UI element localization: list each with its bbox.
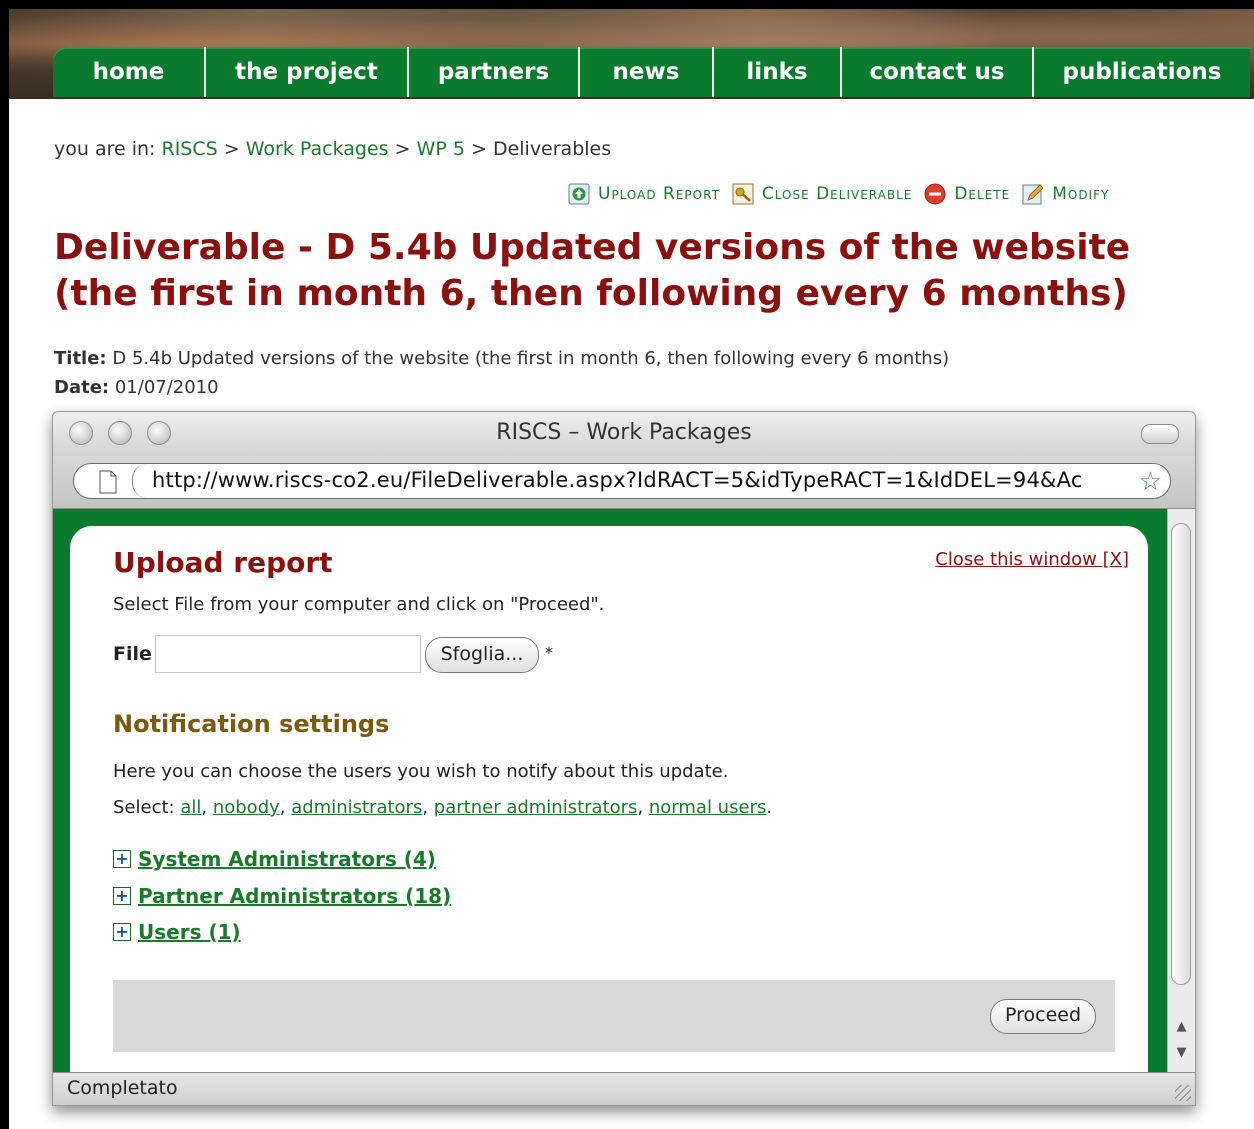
address-bar-row: http://www.riscs-co2.eu/FileDeliverable.… bbox=[53, 456, 1195, 509]
status-text: Completato bbox=[67, 1077, 178, 1099]
status-bar: Completato bbox=[53, 1072, 1195, 1105]
file-label: File bbox=[113, 643, 152, 665]
upload-icon bbox=[568, 183, 590, 205]
delete-label: Delete bbox=[954, 184, 1011, 204]
breadcrumb-wp5[interactable]: WP 5 bbox=[417, 138, 465, 160]
upload-report-label: Upload Report bbox=[598, 184, 720, 204]
breadcrumb-separator: > bbox=[223, 138, 240, 160]
notification-text: Here you can choose the users you wish t… bbox=[113, 761, 729, 782]
url-text: http://www.riscs-co2.eu/FileDeliverable.… bbox=[152, 468, 1083, 492]
delete-action[interactable]: Delete bbox=[924, 183, 1010, 205]
select-all-link[interactable]: all bbox=[180, 797, 201, 818]
notification-settings-title: Notification settings bbox=[113, 710, 390, 738]
close-deliverable-label: Close Deliverable bbox=[761, 184, 913, 204]
group-partner-administrators[interactable]: + Partner Administrators (18) bbox=[113, 884, 451, 908]
select-label: Select: bbox=[113, 797, 175, 818]
deliverable-heading: Deliverable - D 5.4b Updated versions of… bbox=[54, 227, 1131, 314]
group-label: Users (1) bbox=[138, 920, 241, 944]
select-links: Select: all, nobody, administrators, par… bbox=[113, 797, 773, 818]
scrollbar-thumb[interactable] bbox=[1171, 523, 1191, 985]
group-label: System Administrators (4) bbox=[138, 847, 436, 871]
close-window-link[interactable]: Close this window [X] bbox=[935, 549, 1129, 570]
select-nobody-link[interactable]: nobody bbox=[213, 797, 280, 818]
required-mark: * bbox=[545, 643, 553, 662]
expand-plus-icon: + bbox=[113, 887, 131, 905]
deliverable-actions: Upload Report Close Deliverable Delete M… bbox=[568, 183, 1121, 205]
upload-instructions: Select File from your computer and click… bbox=[113, 594, 605, 615]
breadcrumb: you are in: RISCS > Work Packages > WP 5… bbox=[54, 138, 611, 160]
left-border bbox=[0, 0, 9, 1129]
nav-the-project[interactable]: the project bbox=[206, 47, 409, 97]
proceed-button[interactable]: Proceed bbox=[990, 999, 1096, 1034]
modify-label: Modify bbox=[1052, 184, 1110, 204]
date-label: Date: bbox=[54, 377, 110, 398]
nav-home[interactable]: home bbox=[53, 47, 206, 97]
title-value: D 5.4b Updated versions of the website (… bbox=[112, 348, 950, 369]
select-administrators-link[interactable]: administrators bbox=[291, 797, 422, 818]
expand-plus-icon: + bbox=[113, 923, 131, 941]
nav-contact-us[interactable]: contact us bbox=[842, 47, 1034, 97]
browse-button[interactable]: Sfoglia... bbox=[425, 637, 539, 673]
pencil-edit-icon bbox=[1022, 183, 1044, 205]
top-border bbox=[0, 0, 1254, 9]
title-label: Title: bbox=[54, 348, 107, 369]
select-normal-users-link[interactable]: normal users bbox=[649, 797, 766, 818]
scroll-up-arrow-icon[interactable]: ▲ bbox=[1168, 1019, 1195, 1034]
bookmark-star-icon[interactable]: ☆ bbox=[1139, 467, 1162, 497]
scroll-down-arrow-icon[interactable]: ▼ bbox=[1168, 1045, 1195, 1060]
delete-icon bbox=[924, 183, 946, 205]
file-path-input[interactable] bbox=[155, 635, 421, 673]
close-deliverable-action[interactable]: Close Deliverable bbox=[732, 183, 912, 205]
nav-publications[interactable]: publications bbox=[1034, 47, 1250, 97]
breadcrumb-work-packages[interactable]: Work Packages bbox=[246, 138, 389, 160]
page-icon bbox=[98, 470, 118, 498]
select-partner-administrators-link[interactable]: partner administrators bbox=[434, 797, 638, 818]
nav-partners[interactable]: partners bbox=[409, 47, 580, 97]
expand-plus-icon: + bbox=[113, 850, 131, 868]
window-title: RISCS – Work Packages bbox=[496, 420, 752, 445]
breadcrumb-separator: > bbox=[470, 138, 487, 160]
upload-report-action[interactable]: Upload Report bbox=[568, 183, 720, 205]
popup-content: Upload report Close this window [X] Sele… bbox=[53, 509, 1168, 1086]
popup-window: RISCS – Work Packages http://www.riscs-c… bbox=[52, 411, 1196, 1106]
modify-action[interactable]: Modify bbox=[1022, 183, 1109, 205]
breadcrumb-riscs[interactable]: RISCS bbox=[162, 138, 218, 160]
lock-key-icon bbox=[732, 183, 754, 205]
group-system-administrators[interactable]: + System Administrators (4) bbox=[113, 847, 436, 871]
group-label: Partner Administrators (18) bbox=[138, 884, 452, 908]
upload-panel: Upload report Close this window [X] Sele… bbox=[70, 526, 1148, 1086]
main-nav: home the project partners news links con… bbox=[53, 47, 1250, 97]
url-separator bbox=[132, 464, 147, 498]
window-titlebar: RISCS – Work Packages bbox=[53, 412, 1195, 456]
url-field[interactable]: http://www.riscs-co2.eu/FileDeliverable.… bbox=[73, 463, 1171, 499]
toolbar-toggle-button[interactable] bbox=[1141, 424, 1179, 444]
resize-grip-icon[interactable] bbox=[1175, 1085, 1191, 1101]
upload-report-title: Upload report bbox=[113, 546, 333, 579]
nav-news[interactable]: news bbox=[580, 47, 714, 97]
breadcrumb-current: Deliverables bbox=[492, 138, 612, 160]
deliverable-meta: Title: D 5.4b Updated versions of the we… bbox=[54, 344, 949, 402]
vertical-scrollbar[interactable]: ▲ ▼ bbox=[1167, 509, 1195, 1073]
date-value: 01/07/2010 bbox=[114, 377, 219, 398]
breadcrumb-separator: > bbox=[394, 138, 411, 160]
form-footer-bar: Proceed bbox=[113, 980, 1115, 1052]
breadcrumb-prefix: you are in: bbox=[54, 138, 156, 160]
nav-links[interactable]: links bbox=[714, 47, 842, 97]
group-users[interactable]: + Users (1) bbox=[113, 920, 241, 944]
